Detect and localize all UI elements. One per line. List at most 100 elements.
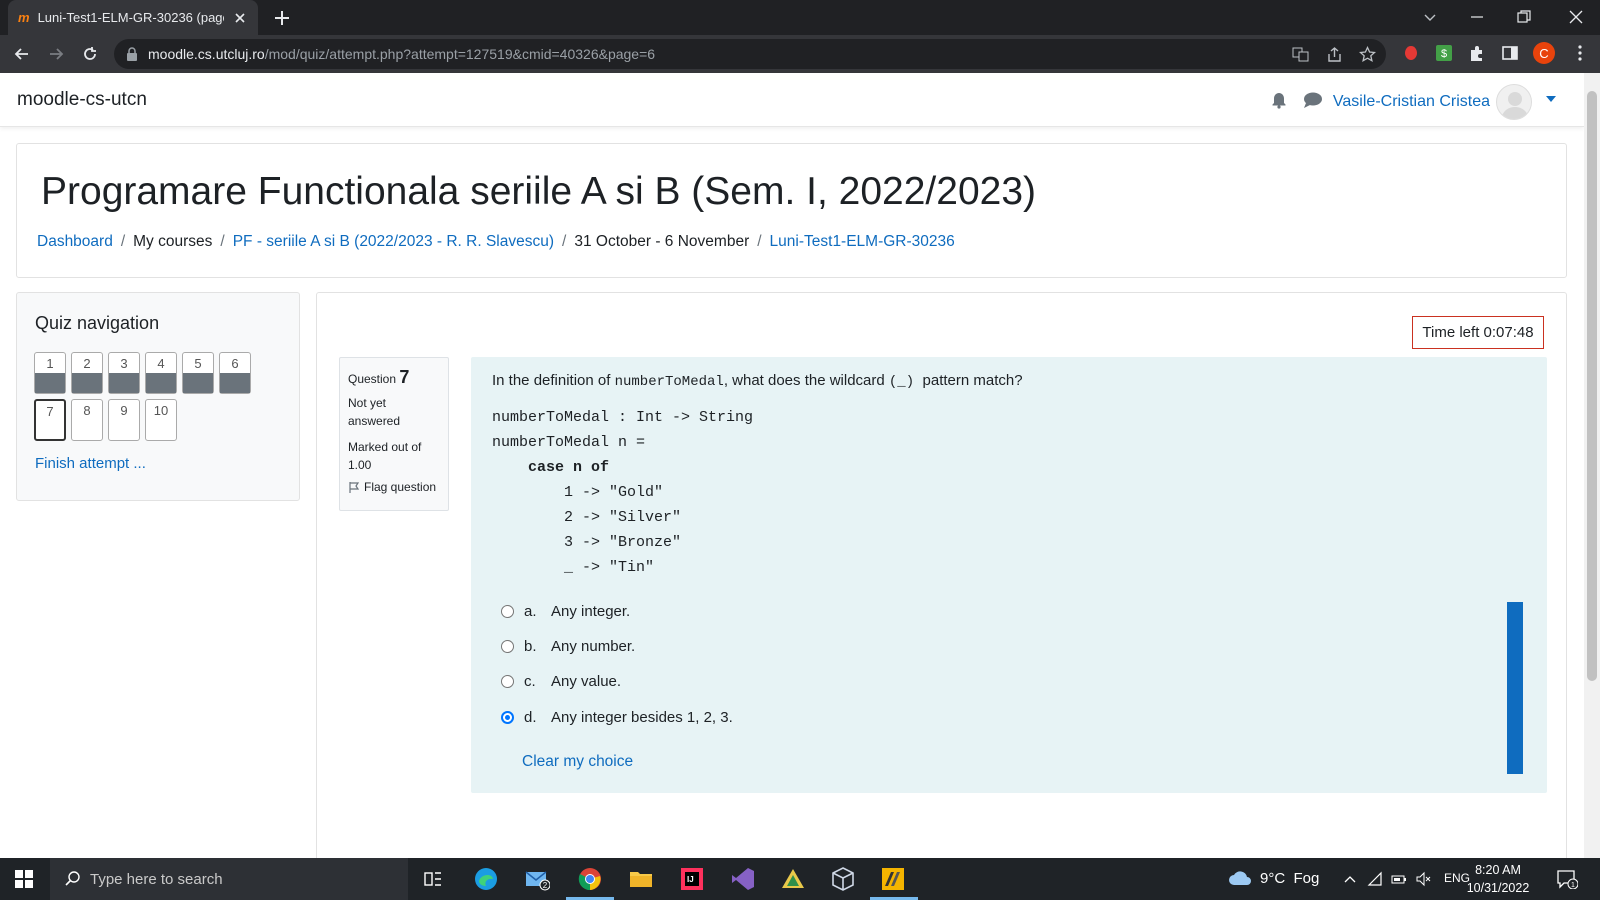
answer-option-c[interactable]: c. Any value. xyxy=(501,673,621,690)
virtualbox-icon[interactable] xyxy=(830,866,856,892)
reload-icon[interactable] xyxy=(80,44,100,64)
volume-muted-icon[interactable] xyxy=(1415,871,1431,887)
app-yellow-triangle-icon[interactable] xyxy=(780,866,806,892)
taskbar-clock[interactable]: 8:20 AM 10/31/2022 xyxy=(1466,861,1530,897)
close-tab-icon[interactable] xyxy=(232,10,248,26)
quiz-nav-number: 8 xyxy=(83,403,91,418)
answered-indicator xyxy=(109,373,139,393)
bookmark-star-icon[interactable] xyxy=(1359,46,1376,63)
quiz-nav-button-10[interactable]: 10 xyxy=(145,399,177,441)
new-tab-icon[interactable] xyxy=(272,8,292,28)
taskbar-search-box[interactable]: Type here to search xyxy=(50,858,408,900)
answer-option-d[interactable]: d. Any integer besides 1, 2, 3. xyxy=(501,709,733,726)
flag-question-button[interactable]: Flag question xyxy=(348,478,440,496)
page-scrollbar-thumb[interactable] xyxy=(1587,91,1597,681)
address-bar[interactable]: moodle.cs.utcluj.ro/mod/quiz/attempt.php… xyxy=(114,39,1386,69)
breadcrumb-course[interactable]: PF - seriile A si B (2022/2023 - R. R. S… xyxy=(233,233,554,251)
question-info-panel: Question 7 Not yet answered Marked out o… xyxy=(339,357,449,511)
site-brand[interactable]: moodle-cs-utcn xyxy=(17,89,147,111)
show-hidden-icons-icon[interactable] xyxy=(1342,871,1358,887)
flag-question-label: Flag question xyxy=(364,480,437,494)
side-panel-icon[interactable] xyxy=(1501,44,1519,62)
extension-red-icon[interactable] xyxy=(1402,44,1420,62)
radio-option-c[interactable] xyxy=(501,675,514,688)
quiz-navigation-heading: Quiz navigation xyxy=(35,313,160,333)
svg-text:IJ: IJ xyxy=(687,875,694,884)
breadcrumb-quiz[interactable]: Luni-Test1-ELM-GR-30236 xyxy=(770,233,955,251)
quiz-nav-number: 3 xyxy=(120,356,128,371)
weather-widget[interactable]: 9°C Fog xyxy=(1228,869,1319,887)
restore-icon[interactable] xyxy=(1514,7,1534,27)
quiz-nav-button-1[interactable]: 1 xyxy=(34,352,66,394)
question-grade: Marked out of 1.00 xyxy=(348,440,422,472)
breadcrumb-dashboard[interactable]: Dashboard xyxy=(37,233,113,251)
option-letter: a. xyxy=(524,603,537,620)
intellij-icon[interactable]: IJ xyxy=(679,866,705,892)
lock-icon[interactable] xyxy=(126,47,138,61)
profile-avatar[interactable]: C xyxy=(1533,42,1555,64)
quiz-nav-button-9[interactable]: 9 xyxy=(108,399,140,441)
window-close-icon[interactable] xyxy=(1566,7,1586,27)
quiz-navigation-block: Quiz navigation 1 2 3 4 5 6 7 8 9 10 Fin… xyxy=(16,292,300,501)
option-text[interactable]: Any integer besides 1, 2, 3. xyxy=(551,709,733,726)
windows-start-icon[interactable] xyxy=(14,869,34,889)
chrome-menu-icon[interactable] xyxy=(1571,44,1589,62)
quiz-nav-button-5[interactable]: 5 xyxy=(182,352,214,394)
extensions-puzzle-icon[interactable] xyxy=(1468,44,1486,62)
notifications-bell-icon[interactable] xyxy=(1270,91,1288,109)
tab-search-icon[interactable] xyxy=(1420,7,1440,27)
haskell-app-icon[interactable] xyxy=(880,866,906,892)
quiz-nav-number: 1 xyxy=(46,356,54,371)
task-view-icon[interactable] xyxy=(420,866,446,892)
clock-time: 8:20 AM xyxy=(1475,863,1521,877)
user-menu-caret-icon[interactable] xyxy=(1546,95,1556,103)
option-text[interactable]: Any number. xyxy=(551,638,635,655)
user-menu[interactable]: Vasile-Cristian Cristea xyxy=(1333,84,1532,120)
radio-option-d[interactable] xyxy=(501,711,514,724)
share-icon[interactable] xyxy=(1326,46,1343,63)
option-text[interactable]: Any integer. xyxy=(551,603,630,620)
visual-studio-icon[interactable] xyxy=(730,866,756,892)
back-icon[interactable] xyxy=(12,44,32,64)
chrome-browser-icon[interactable] xyxy=(577,866,603,892)
radio-option-b[interactable] xyxy=(501,640,514,653)
minimize-icon[interactable] xyxy=(1467,7,1487,27)
question-text-part: In the definition of xyxy=(492,372,615,389)
user-name[interactable]: Vasile-Cristian Cristea xyxy=(1333,93,1490,111)
question-text: In the definition of numberToMedal, what… xyxy=(492,372,1023,390)
quiz-nav-button-3[interactable]: 3 xyxy=(108,352,140,394)
extension-green-icon[interactable]: $ xyxy=(1435,44,1453,62)
answer-option-b[interactable]: b. Any number. xyxy=(501,638,635,655)
browser-tab-strip: m Luni-Test1-ELM-GR-30236 (page xyxy=(0,0,1600,35)
svg-text:2: 2 xyxy=(543,881,548,890)
quiz-nav-button-8[interactable]: 8 xyxy=(71,399,103,441)
clear-my-choice-link[interactable]: Clear my choice xyxy=(522,753,633,771)
quiz-nav-button-6[interactable]: 6 xyxy=(219,352,251,394)
network-icon[interactable] xyxy=(1367,871,1383,887)
forward-icon[interactable] xyxy=(46,44,66,64)
breadcrumb-separator: / xyxy=(120,233,126,250)
translate-icon[interactable] xyxy=(1292,46,1309,63)
user-avatar[interactable] xyxy=(1496,84,1532,120)
search-icon xyxy=(65,871,80,886)
mail-icon[interactable]: 2 xyxy=(524,866,550,892)
answered-indicator xyxy=(183,373,213,393)
answer-option-a[interactable]: a. Any integer. xyxy=(501,603,630,620)
quiz-nav-button-2[interactable]: 2 xyxy=(71,352,103,394)
edge-browser-icon[interactable] xyxy=(473,866,499,892)
browser-tab[interactable]: m Luni-Test1-ELM-GR-30236 (page xyxy=(8,0,258,35)
code-line: 1 -> "Gold" xyxy=(492,484,664,501)
option-text[interactable]: Any value. xyxy=(551,673,621,690)
notification-center-icon[interactable]: 1 xyxy=(1556,869,1578,889)
messages-chat-icon[interactable] xyxy=(1303,91,1323,109)
quiz-nav-number: 10 xyxy=(153,403,169,418)
question-text-part: , what does the wildcard xyxy=(723,372,889,389)
weather-text: 9°C Fog xyxy=(1260,869,1320,887)
radio-option-a[interactable] xyxy=(501,605,514,618)
search-placeholder: Type here to search xyxy=(90,870,223,888)
file-explorer-icon[interactable] xyxy=(628,866,654,892)
finish-attempt-link[interactable]: Finish attempt ... xyxy=(35,455,146,472)
quiz-nav-button-4[interactable]: 4 xyxy=(145,352,177,394)
battery-icon[interactable] xyxy=(1391,871,1407,887)
quiz-nav-button-7[interactable]: 7 xyxy=(34,399,66,441)
